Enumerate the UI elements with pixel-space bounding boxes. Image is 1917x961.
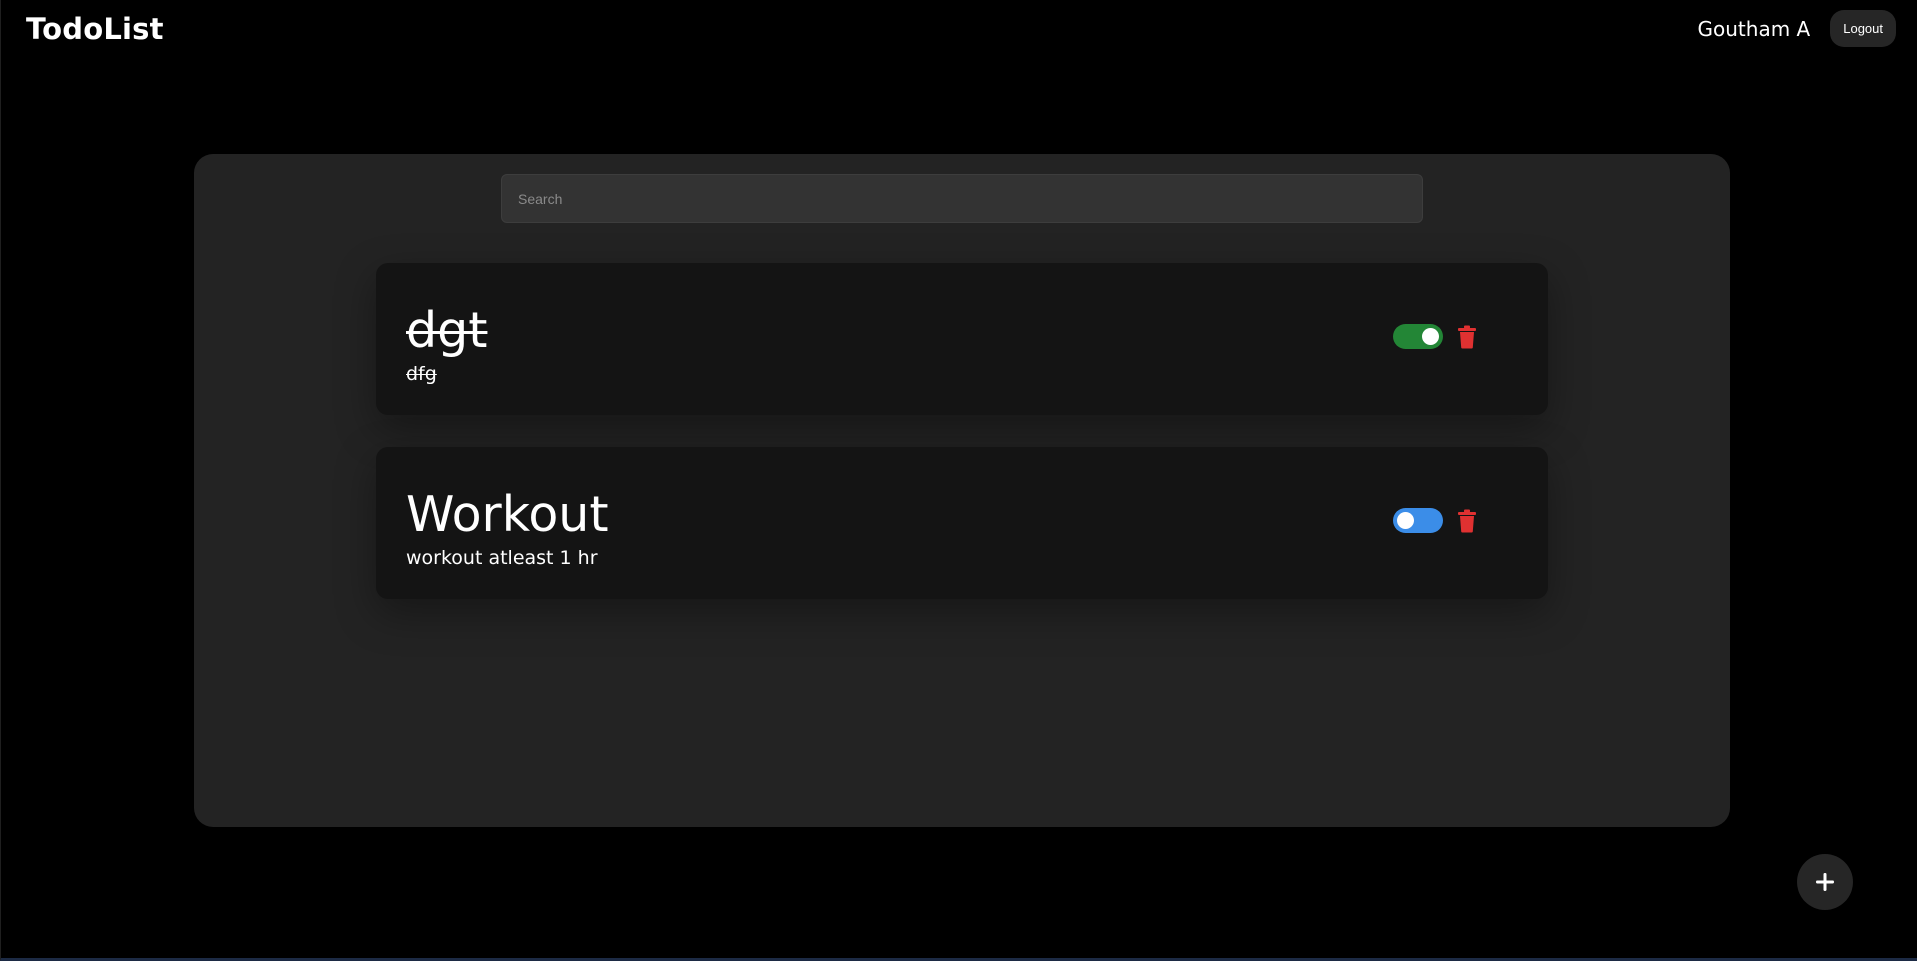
logout-button[interactable]: Logout	[1830, 10, 1896, 47]
todo-title: dgt	[406, 302, 488, 359]
app-logo: TodoList	[26, 12, 164, 46]
todo-panel: dgt dfg Workout workout atleast 1 hr	[194, 154, 1730, 827]
todo-description: dfg	[406, 363, 437, 385]
todo-title: Workout	[406, 486, 609, 543]
todo-description: workout atleast 1 hr	[406, 547, 598, 569]
delete-button[interactable]	[1454, 323, 1480, 351]
todo-card: dgt dfg	[376, 263, 1548, 415]
search-input[interactable]	[501, 174, 1423, 223]
complete-toggle[interactable]	[1393, 324, 1443, 349]
plus-icon	[1816, 873, 1834, 891]
todo-card: Workout workout atleast 1 hr	[376, 447, 1548, 599]
app-root: TodoList Goutham A Logout dgt dfg	[0, 0, 1917, 961]
delete-button[interactable]	[1454, 507, 1480, 535]
user-name: Goutham A	[1697, 16, 1811, 41]
user-area: Goutham A Logout	[1698, 10, 1896, 47]
complete-toggle[interactable]	[1393, 508, 1443, 533]
add-todo-button[interactable]	[1797, 854, 1853, 910]
trash-icon	[1458, 509, 1476, 533]
todo-list: dgt dfg Workout workout atleast 1 hr	[376, 263, 1548, 631]
trash-icon	[1458, 325, 1476, 349]
toggle-knob	[1397, 512, 1414, 529]
toggle-knob	[1422, 328, 1439, 345]
